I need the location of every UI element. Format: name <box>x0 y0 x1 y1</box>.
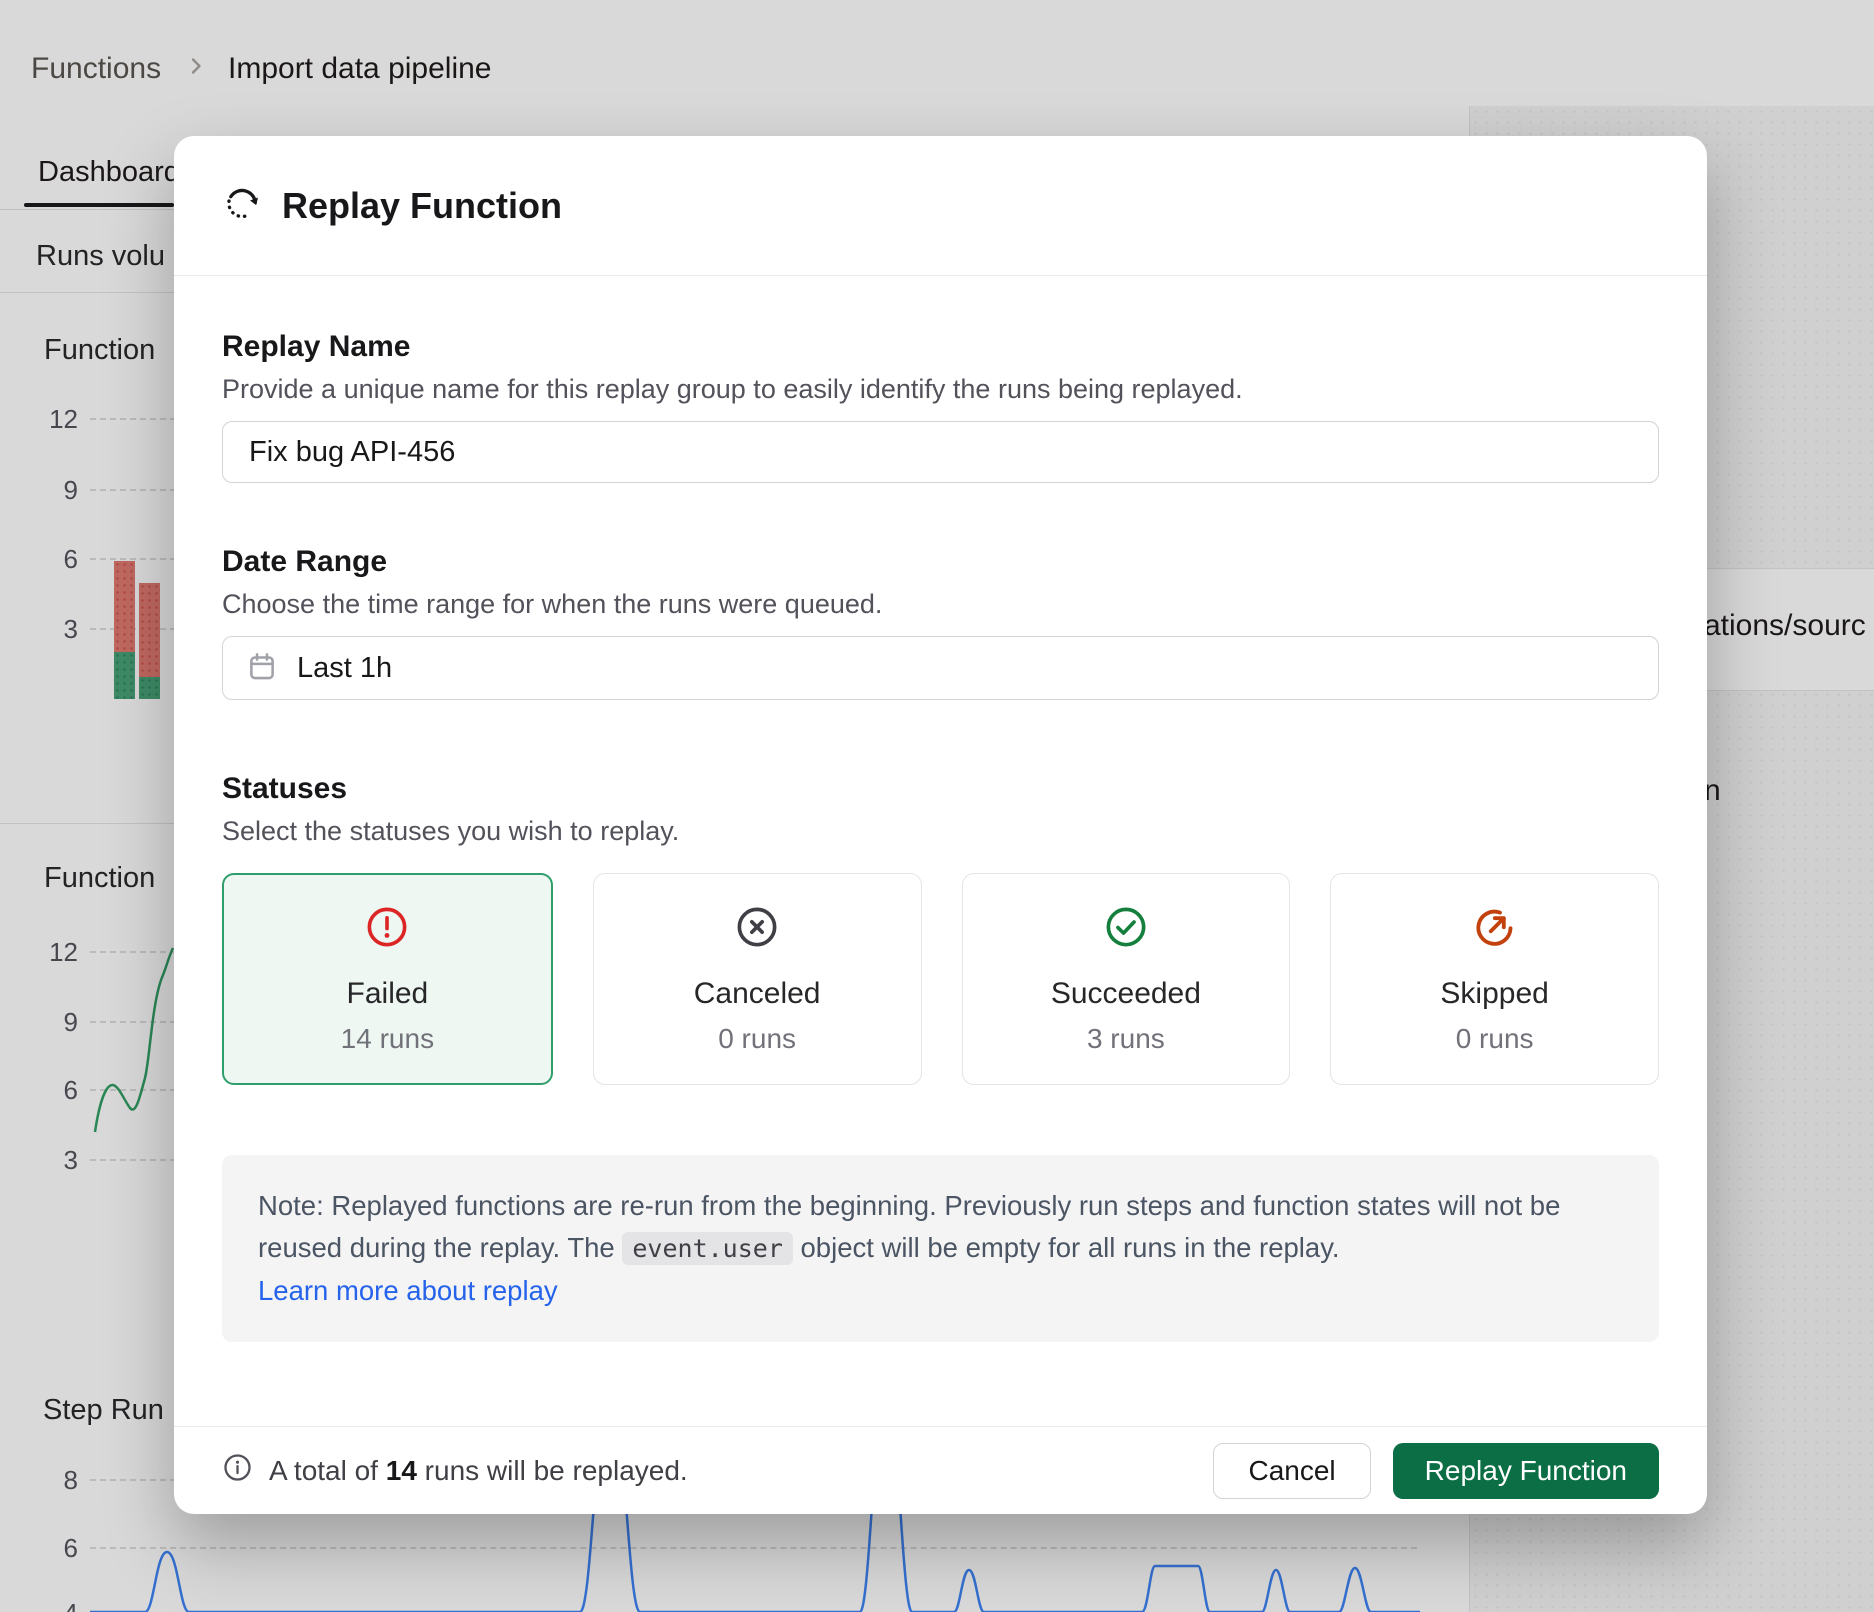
calendar-icon <box>245 649 279 688</box>
modal-footer: A total of 14 runs will be replayed. Can… <box>174 1426 1707 1514</box>
status-card-row: Failed 14 runs Canceled 0 runs <box>222 873 1659 1085</box>
footer-buttons: Cancel Replay Function <box>1213 1443 1659 1499</box>
date-range-value: Last 1h <box>297 652 392 685</box>
replay-name-section: Replay Name Provide a unique name for th… <box>222 330 1659 483</box>
date-range-input[interactable]: Last 1h <box>222 636 1659 700</box>
statuses-section: Statuses Select the statuses you wish to… <box>222 772 1659 1085</box>
modal-body: Replay Name Provide a unique name for th… <box>174 276 1707 1426</box>
replay-icon <box>222 183 262 228</box>
note-text: object will be empty for all runs in the… <box>793 1232 1340 1263</box>
x-circle-icon <box>734 904 780 955</box>
note-box: Note: Replayed functions are re-run from… <box>222 1155 1659 1342</box>
info-icon <box>222 1452 253 1490</box>
status-name: Failed <box>347 977 429 1011</box>
status-card-failed[interactable]: Failed 14 runs <box>222 873 553 1085</box>
note-code: event.user <box>622 1232 793 1265</box>
statuses-description: Select the statuses you wish to replay. <box>222 816 1659 847</box>
learn-more-link[interactable]: Learn more about replay <box>258 1270 558 1312</box>
modal-header: Replay Function <box>174 136 1707 276</box>
status-name: Skipped <box>1440 977 1548 1011</box>
replay-function-modal: Replay Function Replay Name Provide a un… <box>174 136 1707 1514</box>
replay-function-button[interactable]: Replay Function <box>1393 1443 1659 1499</box>
status-card-canceled[interactable]: Canceled 0 runs <box>593 873 922 1085</box>
check-circle-icon <box>1103 904 1149 955</box>
status-count: 3 runs <box>1087 1023 1165 1055</box>
status-card-succeeded[interactable]: Succeeded 3 runs <box>962 873 1291 1085</box>
replay-name-input[interactable] <box>222 421 1659 483</box>
cancel-button[interactable]: Cancel <box>1213 1443 1370 1499</box>
modal-title: Replay Function <box>282 185 562 227</box>
statuses-label: Statuses <box>222 772 1659 806</box>
status-count: 0 runs <box>1456 1023 1534 1055</box>
summary-text: A total of 14 runs will be replayed. <box>269 1455 688 1487</box>
replay-name-description: Provide a unique name for this replay gr… <box>222 374 1659 405</box>
date-range-label: Date Range <box>222 545 1659 579</box>
date-range-description: Choose the time range for when the runs … <box>222 589 1659 620</box>
replay-name-label: Replay Name <box>222 330 1659 364</box>
date-range-section: Date Range Choose the time range for whe… <box>222 545 1659 700</box>
summary-count: 14 <box>386 1455 417 1486</box>
status-name: Succeeded <box>1051 977 1201 1011</box>
skip-arrow-icon <box>1472 904 1518 955</box>
status-name: Canceled <box>694 977 821 1011</box>
status-card-skipped[interactable]: Skipped 0 runs <box>1330 873 1659 1085</box>
status-count: 0 runs <box>718 1023 796 1055</box>
alert-circle-icon <box>364 904 410 955</box>
footer-summary: A total of 14 runs will be replayed. <box>222 1452 688 1490</box>
status-count: 14 runs <box>341 1023 434 1055</box>
